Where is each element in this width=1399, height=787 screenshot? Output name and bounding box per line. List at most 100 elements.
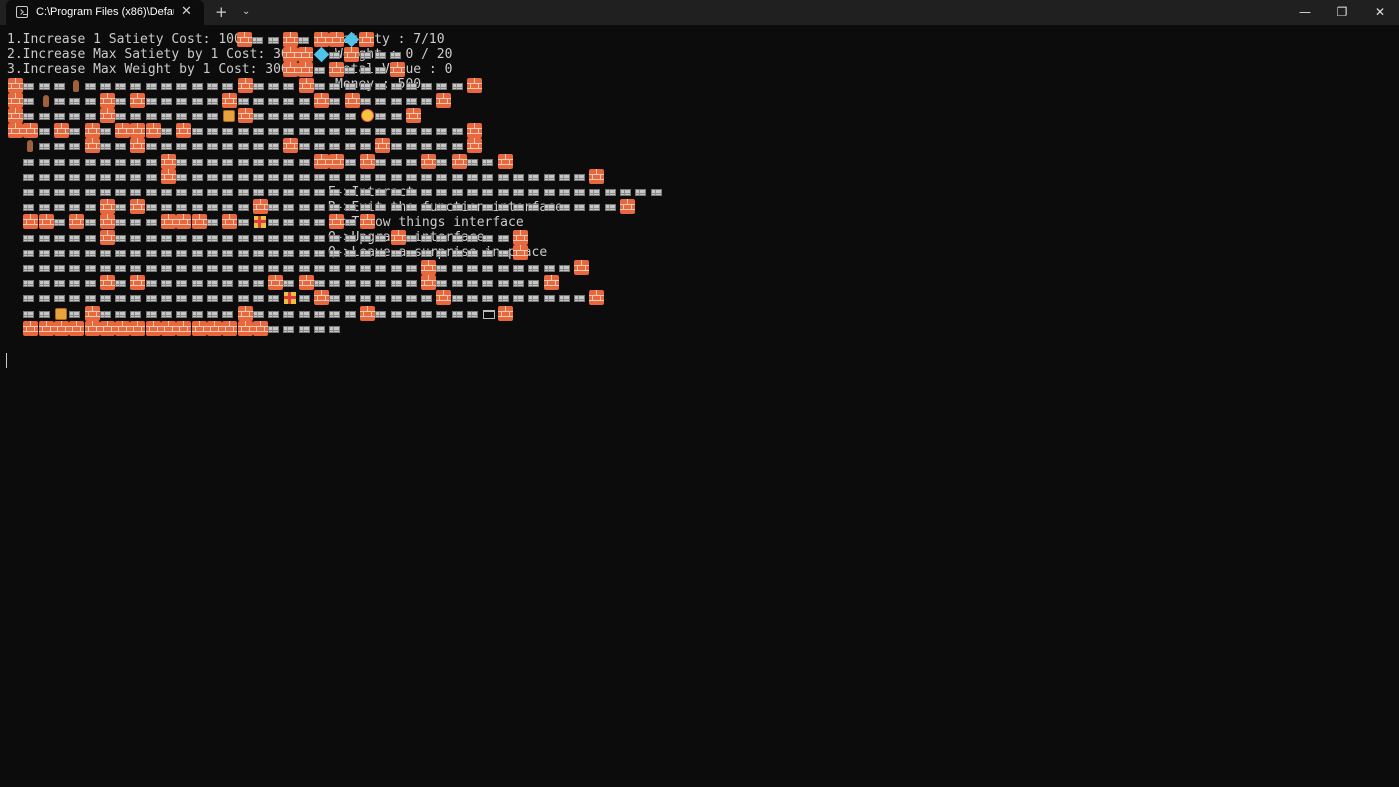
brick-wall-icon: [69, 320, 85, 336]
floor-tile-icon: [390, 143, 402, 151]
floor-tile-icon: [436, 82, 448, 90]
floor-tile-icon: [69, 128, 81, 136]
brick-wall-icon: [329, 214, 345, 230]
floor-tile-icon: [512, 295, 524, 303]
floor-tile-icon: [482, 173, 494, 181]
bottle-shape: [27, 140, 34, 153]
floor-tile-icon: [53, 82, 65, 90]
floor-tile-icon: [206, 173, 218, 181]
floor-tile-icon: [283, 82, 295, 90]
maximize-button[interactable]: ❐: [1324, 0, 1360, 25]
floor-tile-icon: [314, 173, 325, 181]
floor-tile-icon: [283, 204, 295, 212]
floor-tile-icon: [314, 310, 325, 318]
floor-tile-icon: [467, 189, 478, 196]
floor-tile-icon: [314, 325, 325, 333]
floor-tile-icon: [314, 128, 325, 136]
floor-tile-icon: [268, 143, 280, 151]
floor-tile-icon: [115, 219, 127, 227]
floor-tile-icon: [176, 249, 188, 257]
floor-tile-icon: [482, 295, 494, 303]
floor-tile-icon: [84, 265, 96, 272]
floor-tile-icon: [23, 113, 35, 120]
new-tab-button[interactable]: +: [215, 0, 228, 25]
floor-tile-icon: [161, 295, 172, 303]
floor-tile-icon: [130, 310, 142, 318]
floor-tile-icon: [482, 249, 494, 257]
terminal-tab[interactable]: C:\Program Files (x86)\Default ✕: [6, 0, 204, 25]
floor-tile-icon: [130, 113, 142, 120]
floor-tile-icon: [314, 113, 325, 120]
brick-wall-icon: [451, 153, 467, 169]
brick-wall-icon: [359, 32, 375, 47]
floor-tile-icon: [298, 234, 310, 242]
floor-tile-icon: [252, 189, 264, 196]
floor-tile-icon: [206, 219, 218, 227]
floor-tile-icon: [344, 67, 356, 75]
floor-tile-icon: [161, 189, 172, 196]
floor-tile-icon: [53, 219, 65, 227]
brick-wall-icon: [222, 92, 238, 108]
floor-tile-icon: [390, 158, 402, 166]
floor-tile-icon: [268, 82, 280, 90]
box-icon: [222, 108, 237, 123]
floor-tile-icon: [329, 310, 341, 318]
floor-tile-icon: [99, 295, 111, 303]
brick-wall-icon: [298, 47, 314, 63]
floor-tile-icon: [222, 234, 234, 242]
floor-tile-icon: [268, 310, 280, 318]
brick-wall-icon: [145, 320, 161, 336]
floor-tile-icon: [497, 265, 509, 272]
close-button[interactable]: ✕: [1362, 0, 1398, 25]
floor-tile-icon: [405, 234, 417, 242]
floor-tile-icon: [53, 173, 65, 181]
floor-tile-icon: [436, 158, 448, 166]
brick-wall-icon: [222, 320, 238, 336]
floor-tile-icon: [38, 310, 50, 318]
floor-tile-icon: [405, 204, 417, 212]
brick-wall-icon: [145, 123, 161, 139]
floor-tile-icon: [84, 295, 96, 303]
floor-tile-icon: [176, 280, 188, 288]
floor-tile-icon: [130, 295, 142, 303]
floor-tile-icon: [252, 310, 264, 318]
floor-tile-icon: [252, 173, 264, 181]
floor-tile-icon: [467, 310, 478, 318]
floor-tile-icon: [375, 158, 387, 166]
brick-wall-icon: [282, 32, 298, 47]
floor-tile-icon: [329, 280, 341, 288]
floor-tile-icon: [375, 82, 387, 90]
floor-tile-icon: [23, 265, 35, 272]
floor-tile-icon: [359, 82, 371, 90]
floor-tile-icon: [375, 97, 387, 105]
minimize-button[interactable]: —: [1287, 0, 1323, 25]
floor-tile-icon: [99, 82, 111, 90]
floor-tile-icon: [115, 97, 127, 105]
floor-tile-icon: [314, 143, 325, 151]
floor-tile-icon: [344, 234, 356, 242]
floor-tile-icon: [359, 128, 371, 136]
floor-tile-icon: [161, 97, 172, 105]
chevron-down-icon[interactable]: ⌄: [242, 0, 250, 25]
close-tab-icon[interactable]: ✕: [181, 0, 192, 25]
floor-tile-icon: [23, 97, 35, 105]
floor-tile-icon: [436, 189, 448, 196]
floor-tile-icon: [191, 280, 203, 288]
floor-tile-icon: [359, 143, 371, 151]
floor-tile-icon: [558, 204, 570, 212]
floor-tile-icon: [344, 219, 356, 227]
floor-tile-icon: [145, 173, 157, 181]
bottle-shape: [73, 79, 80, 92]
floor-tile-icon: [145, 143, 157, 151]
floor-tile-icon: [84, 234, 96, 242]
floor-tile-icon: [84, 173, 96, 181]
floor-tile-icon: [558, 189, 570, 196]
floor-tile-icon: [268, 158, 280, 166]
floor-tile-icon: [69, 234, 81, 242]
floor-tile-icon: [359, 280, 371, 288]
floor-tile-icon: [99, 173, 111, 181]
floor-tile-icon: [237, 280, 249, 288]
floor-tile-icon: [191, 234, 203, 242]
brick-wall-icon: [99, 108, 115, 123]
brick-wall-icon: [115, 123, 131, 139]
